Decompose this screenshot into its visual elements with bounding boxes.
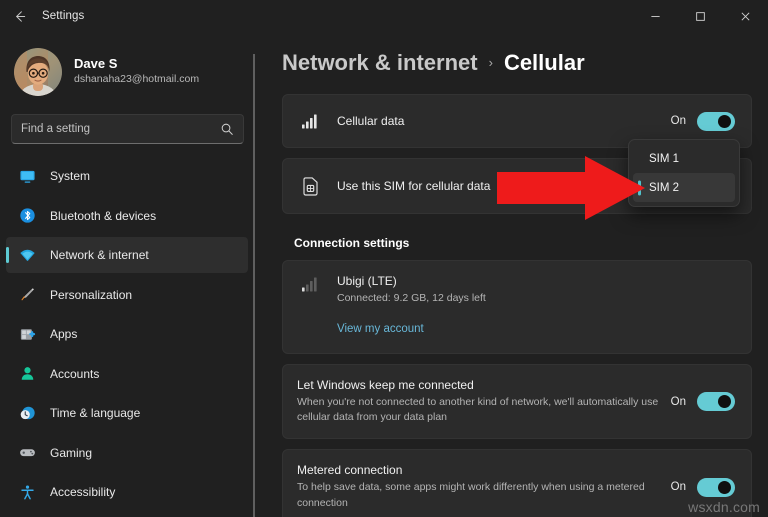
keep-connected-row[interactable]: Let Windows keep me connected When you'r…: [282, 364, 752, 440]
watermark: wsxdn.com: [688, 499, 760, 515]
breadcrumb: Network & internet › Cellular: [270, 32, 768, 94]
sidebar-item-label: Bluetooth & devices: [50, 208, 157, 223]
sidebar-scrollbar[interactable]: [253, 54, 255, 517]
chevron-right-icon: ›: [488, 55, 493, 70]
sidebar-nav: System Bluetooth & devices Network & int…: [0, 158, 256, 517]
sidebar-item-label: Network & internet: [50, 248, 149, 262]
sidebar-item-bluetooth-devices[interactable]: Bluetooth & devices: [6, 198, 248, 234]
sidebar: Dave S dshanaha23@hotmail.com Syst: [0, 32, 256, 517]
sidebar-item-gaming[interactable]: Gaming: [6, 435, 248, 471]
keep-connected-title: Let Windows keep me connected: [297, 378, 474, 392]
maximize-icon: [695, 11, 706, 22]
window-title: Settings: [42, 10, 85, 22]
minimize-button[interactable]: [633, 0, 678, 32]
wifi-icon: [18, 246, 36, 264]
page-title: Cellular: [503, 50, 585, 75]
main-content: Network & internet › Cellular Cellular d…: [256, 32, 768, 517]
signal-bars-icon: [297, 113, 323, 129]
minimize-icon: [650, 11, 661, 22]
settings-window: Settings Dave S dshanaha23@hotmail.com F…: [0, 0, 768, 517]
gamepad-icon: [18, 444, 36, 462]
sidebar-item-label: Accessibility: [50, 485, 116, 499]
accessibility-icon: [18, 483, 36, 501]
metered-connection-toggle[interactable]: [697, 477, 735, 497]
metered-connection-title: Metered connection: [297, 463, 403, 478]
title-bar: Settings: [0, 0, 768, 32]
card-main: Ubigi (LTE) Connected: 9.2 GB, 12 days l…: [337, 274, 735, 337]
keep-connected-toggle-state: On: [670, 395, 686, 408]
apps-icon: [18, 325, 36, 343]
display-icon: [18, 167, 36, 185]
search-icon: [220, 122, 234, 136]
sim-option-1[interactable]: SIM 1: [633, 144, 735, 173]
sidebar-item-label: Apps: [50, 327, 78, 341]
cellular-data-toggle-state: On: [670, 115, 686, 127]
close-button[interactable]: [723, 0, 768, 32]
card-right: On: [670, 392, 735, 412]
bluetooth-icon: [18, 207, 36, 225]
back-arrow-icon: [12, 9, 27, 24]
search-box[interactable]: [11, 114, 244, 144]
back-button[interactable]: [0, 0, 38, 32]
user-profile[interactable]: Dave S dshanaha23@hotmail.com: [0, 36, 256, 100]
signal-bars-weak-icon: [297, 276, 323, 292]
sidebar-item-personalization[interactable]: Personalization: [6, 277, 248, 313]
cellular-data-label: Cellular data: [337, 114, 405, 128]
clock-icon: [18, 404, 36, 422]
sidebar-item-time-language[interactable]: Time & language: [6, 395, 248, 431]
sidebar-item-privacy-security[interactable]: Privacy & security: [6, 514, 248, 517]
toggle-knob: [718, 114, 731, 128]
window-body: Dave S dshanaha23@hotmail.com Syst: [0, 32, 768, 517]
toggle-knob: [718, 395, 731, 409]
sim-option-label: SIM 2: [649, 181, 680, 194]
close-icon: [740, 11, 751, 22]
provider-status: Connected: 9.2 GB, 12 days left: [337, 292, 486, 304]
sim-dropdown-menu[interactable]: SIM 1 SIM 2: [628, 139, 740, 207]
card-main: Let Windows keep me connected When you'r…: [297, 378, 661, 425]
metered-connection-subtitle: To help save data, some apps might work …: [297, 481, 645, 509]
sidebar-item-label: System: [50, 169, 91, 183]
card-main: Metered connection To help save data, so…: [297, 463, 661, 510]
sidebar-item-apps[interactable]: Apps: [6, 316, 248, 352]
sidebar-item-system[interactable]: System: [6, 158, 248, 194]
sidebar-item-accounts[interactable]: Accounts: [6, 356, 248, 392]
person-icon: [18, 365, 36, 383]
cellular-data-toggle[interactable]: [697, 111, 735, 131]
view-my-account-link[interactable]: View my account: [337, 323, 424, 335]
profile-email: dshanaha23@hotmail.com: [74, 73, 200, 86]
maximize-button[interactable]: [678, 0, 723, 32]
provider-name: Ubigi (LTE): [337, 274, 397, 288]
metered-connection-toggle-state: On: [670, 481, 686, 494]
toggle-knob: [718, 480, 731, 494]
sidebar-item-label: Personalization: [50, 287, 133, 302]
search-input[interactable]: [21, 123, 220, 135]
sim-option-2[interactable]: SIM 2: [633, 173, 735, 202]
paintbrush-icon: [18, 286, 36, 304]
profile-text: Dave S dshanaha23@hotmail.com: [74, 56, 199, 88]
window-controls: [633, 0, 768, 32]
card-right: On: [670, 477, 735, 497]
metered-connection-row[interactable]: Metered connection To help save data, so…: [282, 449, 752, 517]
sidebar-item-label: Time & language: [50, 406, 141, 420]
sim-card-icon: [297, 176, 323, 196]
sidebar-item-network-internet[interactable]: Network & internet: [6, 237, 248, 273]
sidebar-item-label: Gaming: [50, 445, 93, 460]
sim-option-label: SIM 1: [649, 152, 680, 165]
card-main: Cellular data: [337, 114, 661, 128]
provider-card[interactable]: Ubigi (LTE) Connected: 9.2 GB, 12 days l…: [282, 260, 752, 354]
breadcrumb-parent[interactable]: Network & internet: [282, 50, 478, 76]
keep-connected-toggle[interactable]: [697, 392, 735, 412]
profile-name: Dave S: [74, 55, 118, 71]
keep-connected-subtitle: When you're not connected to another kin…: [297, 396, 659, 424]
card-right: On: [670, 111, 735, 131]
sidebar-item-label: Accounts: [50, 366, 100, 381]
sidebar-item-accessibility[interactable]: Accessibility: [6, 474, 248, 510]
avatar: [14, 48, 62, 96]
connection-settings-heading: Connection settings: [294, 236, 410, 250]
